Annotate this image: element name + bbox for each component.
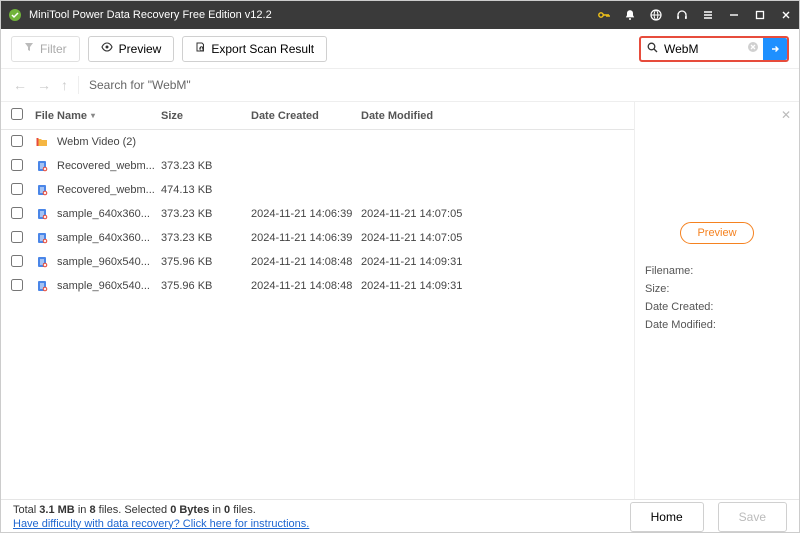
meta-filename: Filename: (645, 265, 693, 277)
preview-panel: ✕ Preview Filename: Size: Date Created: … (634, 102, 799, 499)
file-icon (35, 231, 49, 245)
col-modified[interactable]: Date Modified (361, 110, 471, 122)
clear-search-icon[interactable] (743, 41, 763, 56)
row-checkbox[interactable] (11, 279, 23, 291)
nav-up-icon[interactable]: ↑ (61, 77, 68, 93)
meta-created: Date Created: (645, 301, 713, 313)
file-created: 2024-11-21 14:06:39 (251, 232, 361, 244)
toolbar: Filter Preview Export Scan Result (1, 29, 799, 69)
maximize-icon[interactable] (753, 8, 767, 22)
table-row[interactable]: Recovered_webm... 474.13 KB (1, 178, 634, 202)
titlebar-actions (597, 8, 793, 22)
meta-size: Size: (645, 283, 669, 295)
file-size: 375.96 KB (161, 280, 251, 292)
totals-text: Total 3.1 MB in 8 files. (13, 504, 124, 516)
file-icon (35, 279, 49, 293)
select-all-checkbox[interactable] (11, 108, 23, 120)
sort-icon[interactable]: ▾ (91, 111, 95, 120)
table-row[interactable]: sample_960x540...375.96 KB2024-11-21 14:… (1, 250, 634, 274)
file-size: 375.96 KB (161, 256, 251, 268)
status-bar: Total 3.1 MB in 8 files. Selected 0 Byte… (1, 499, 799, 533)
home-button[interactable]: Home (630, 502, 704, 532)
file-modified: 2024-11-21 14:09:31 (361, 280, 471, 292)
preview-label: Preview (119, 42, 162, 56)
preview-button[interactable]: Preview (88, 36, 175, 62)
nav-back-icon[interactable]: ← (13, 77, 27, 93)
search-box (639, 36, 789, 62)
help-link[interactable]: Have difficulty with data recovery? Clic… (13, 518, 616, 530)
file-created: 2024-11-21 14:08:48 (251, 280, 361, 292)
export-icon (195, 42, 205, 55)
search-breadcrumb: Search for "WebM" (89, 78, 191, 92)
file-size: 373.23 KB (161, 232, 251, 244)
headphones-icon[interactable] (675, 8, 689, 22)
row-checkbox[interactable] (11, 159, 23, 171)
close-icon[interactable] (779, 8, 793, 22)
row-checkbox[interactable] (11, 231, 23, 243)
row-checkbox[interactable] (11, 183, 23, 195)
table-row[interactable]: Recovered_webm... 373.23 KB (1, 154, 634, 178)
file-modified: 2024-11-21 14:07:05 (361, 208, 471, 220)
file-size: 373.23 KB (161, 208, 251, 220)
table-row[interactable]: sample_640x360...373.23 KB2024-11-21 14:… (1, 226, 634, 250)
app-title: MiniTool Power Data Recovery Free Editio… (29, 9, 597, 21)
search-icon (641, 42, 664, 56)
nav-forward-icon[interactable]: → (37, 77, 51, 93)
app-logo-icon (7, 7, 23, 23)
file-name: sample_960x540... (57, 256, 150, 268)
file-name: Recovered_webm... (57, 160, 155, 172)
file-size: 474.13 KB (161, 184, 251, 196)
meta-modified: Date Modified: (645, 319, 716, 331)
table-row[interactable]: Webm Video (2) (1, 130, 634, 154)
titlebar: MiniTool Power Data Recovery Free Editio… (1, 1, 799, 29)
file-icon (35, 255, 49, 269)
search-go-button[interactable] (763, 38, 787, 60)
file-created: 2024-11-21 14:06:39 (251, 208, 361, 220)
file-name: Recovered_webm... (57, 184, 155, 196)
bell-icon[interactable] (623, 8, 637, 22)
minimize-icon[interactable] (727, 8, 741, 22)
file-icon (35, 183, 49, 197)
file-name: Webm Video (2) (57, 136, 136, 148)
file-modified: 2024-11-21 14:09:31 (361, 256, 471, 268)
table-header: File Name ▾ Size Date Created Date Modifi… (1, 102, 634, 130)
file-created: 2024-11-21 14:08:48 (251, 256, 361, 268)
key-icon[interactable] (597, 8, 611, 22)
eye-icon (101, 42, 113, 55)
table-row[interactable]: sample_960x540...375.96 KB2024-11-21 14:… (1, 274, 634, 298)
row-checkbox[interactable] (11, 255, 23, 267)
file-name: sample_640x360... (57, 232, 150, 244)
file-modified: 2024-11-21 14:07:05 (361, 232, 471, 244)
funnel-icon (24, 42, 34, 55)
close-preview-icon[interactable]: ✕ (781, 108, 791, 122)
file-name: sample_640x360... (57, 208, 150, 220)
file-list: File Name ▾ Size Date Created Date Modifi… (1, 102, 634, 499)
file-name: sample_960x540... (57, 280, 150, 292)
row-checkbox[interactable] (11, 207, 23, 219)
selected-text: Selected 0 Bytes in 0 files. (124, 504, 256, 516)
col-name[interactable]: File Name (35, 110, 87, 122)
col-size[interactable]: Size (161, 110, 251, 122)
menu-icon[interactable] (701, 8, 715, 22)
col-created[interactable]: Date Created (251, 110, 361, 122)
filter-button[interactable]: Filter (11, 36, 80, 62)
file-icon (35, 159, 49, 173)
file-icon (35, 207, 49, 221)
row-checkbox[interactable] (11, 135, 23, 147)
save-button[interactable]: Save (718, 502, 787, 532)
globe-icon[interactable] (649, 8, 663, 22)
nav-bar: ← → ↑ Search for "WebM" (1, 69, 799, 101)
export-button[interactable]: Export Scan Result (182, 36, 327, 62)
table-row[interactable]: sample_640x360...373.23 KB2024-11-21 14:… (1, 202, 634, 226)
filter-label: Filter (40, 42, 67, 56)
file-size: 373.23 KB (161, 160, 251, 172)
folder-icon (35, 135, 49, 149)
export-label: Export Scan Result (211, 42, 314, 56)
search-input[interactable] (664, 42, 743, 56)
preview-file-button[interactable]: Preview (680, 222, 753, 244)
